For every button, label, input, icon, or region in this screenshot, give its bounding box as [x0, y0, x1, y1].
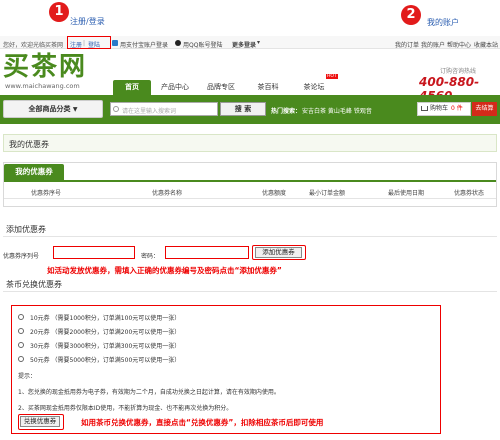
coupon-option-label: 30元券 （需要3000积分，订单满300元可以使用一张）: [30, 343, 181, 350]
add-coupon-button[interactable]: 添加优惠券: [252, 245, 306, 260]
radio-button[interactable]: [18, 328, 24, 334]
hot-search-items[interactable]: 安吉白茶 黄山毛峰 铁观音: [302, 106, 372, 115]
exchange-panel: [11, 305, 441, 434]
password-input[interactable]: [165, 246, 249, 259]
alipay-login-link[interactable]: 用支付宝账户登录: [120, 40, 168, 49]
serial-input[interactable]: [53, 246, 135, 259]
checkout-button[interactable]: 去结算: [472, 102, 497, 116]
exchange-title: 茶币兑换优惠券: [6, 280, 62, 289]
greeting-text: 您好，欢迎光临买茶网: [3, 42, 64, 49]
add-coupon-button-inner: 添加优惠券: [255, 247, 302, 258]
column-header: 优惠券序号: [31, 190, 62, 197]
radio-button[interactable]: [18, 342, 24, 348]
add-coupon-title: 添加优惠券: [6, 225, 46, 234]
chevron-down-icon: ▾: [257, 39, 261, 46]
column-header: 优惠券名称: [152, 190, 183, 197]
exchange-note: 如用茶币兑换优惠券，直接点击“兑换优惠券”，扣除相应茶币后即可使用: [81, 418, 324, 427]
coupon-section: [3, 162, 497, 207]
coupon-option-label: 50元券 （需要5000积分，订单满500元可以使用一张）: [30, 357, 181, 364]
tab-my-coupons[interactable]: 我的优惠券: [4, 164, 64, 180]
exchange-coupon-button-inner: 兑换优惠券: [20, 416, 60, 427]
step1-badge: 1: [49, 2, 69, 22]
tips-title: 提示：: [18, 373, 37, 380]
step1-label: 注册/登录: [70, 17, 105, 26]
page-title-bar: 我的优惠券: [3, 134, 497, 152]
tip-text: 2、买茶网现金抵用券仅限本ID使用，不能折算为现金、也不能再次兑换为积分。: [18, 405, 233, 412]
hotline-label: 订购咨询热线: [440, 68, 477, 75]
all-categories-label: 全部商品分类: [28, 105, 71, 113]
serial-label: 优惠券序列号: [3, 253, 40, 260]
help-link[interactable]: 帮助中心: [447, 40, 471, 49]
coupon-option-label: 20元券 （需要2000积分，订单满200元可以使用一张）: [30, 329, 181, 336]
search-icon: [113, 106, 119, 112]
nav-products[interactable]: 产品中心: [155, 80, 195, 95]
logo[interactable]: 买茶网 www.maichawang.com: [3, 52, 115, 96]
tab-underline: [4, 180, 496, 182]
radio-button[interactable]: [18, 314, 24, 320]
add-coupon-note: 如活动发放优惠券，需填入正确的优惠券编号及密码点击“添加优惠券”: [47, 266, 282, 275]
alipay-icon: [112, 40, 118, 46]
search-input[interactable]: 请在这里输入搜索词: [110, 102, 218, 116]
more-login-link[interactable]: 更多登录: [232, 40, 256, 49]
main-nav: 首页 产品中心 品牌专区 茶百科 茶论坛 HOT: [113, 74, 363, 95]
nav-forum[interactable]: 茶论坛: [295, 80, 333, 95]
search-placeholder: 请在这里输入搜索词: [122, 108, 177, 115]
exchange-title-bar: 茶币兑换优惠券: [3, 278, 497, 292]
coupon-option-label: 10元券 （需要1000积分，订单满100元可以使用一张）: [30, 315, 181, 322]
column-header: 优惠额度: [262, 190, 287, 197]
logo-url: www.maichawang.com: [5, 82, 80, 90]
search-button[interactable]: 搜 索: [220, 102, 266, 116]
step2-label: 我的账户: [427, 18, 459, 27]
logo-text: 买茶网: [3, 52, 88, 82]
qq-login-link[interactable]: 用QQ账号登陆: [183, 40, 222, 49]
exchange-coupon-button[interactable]: 兑换优惠券: [18, 414, 64, 430]
qq-icon: [175, 40, 181, 46]
add-coupon-title-bar: 添加优惠券: [3, 222, 497, 237]
my-account-link[interactable]: 我的账户: [421, 40, 445, 49]
cart-button[interactable]: 购物车 0 件: [417, 102, 471, 116]
hot-search-label: 热门搜索：: [271, 108, 302, 115]
step2-badge: 2: [401, 5, 421, 25]
nav-encyclopedia[interactable]: 茶百科: [248, 80, 288, 95]
all-categories-button[interactable]: 全部商品分类 ▼: [3, 100, 103, 118]
chevron-down-icon: ▼: [72, 106, 78, 113]
page-title: 我的优惠券: [9, 140, 49, 149]
table-header: 优惠券序号 优惠券名称 优惠额度 最小订单金额 最后使用日期 优惠券状态: [4, 187, 496, 199]
login-highlight-box: [67, 36, 111, 49]
column-header: 最小订单金额: [309, 190, 346, 197]
cart-count: 0 件: [451, 105, 463, 112]
tip-text: 1、您兑换的现金抵用券为电子券，有效期为二个月，自成功兑换之日起计算，请在有效期…: [18, 389, 280, 396]
column-header: 优惠券状态: [454, 190, 485, 197]
hot-badge: HOT: [326, 74, 338, 79]
radio-button[interactable]: [18, 356, 24, 362]
my-orders-link[interactable]: 我的订单: [395, 40, 419, 49]
column-header: 最后使用日期: [388, 190, 425, 197]
nav-home[interactable]: 首页: [113, 80, 151, 95]
nav-brands[interactable]: 品牌专区: [201, 80, 241, 95]
password-label: 密码：: [141, 253, 160, 260]
cart-icon: [421, 106, 428, 111]
favorite-link[interactable]: 收藏本站: [474, 40, 498, 49]
cart-label: 购物车: [430, 105, 449, 112]
